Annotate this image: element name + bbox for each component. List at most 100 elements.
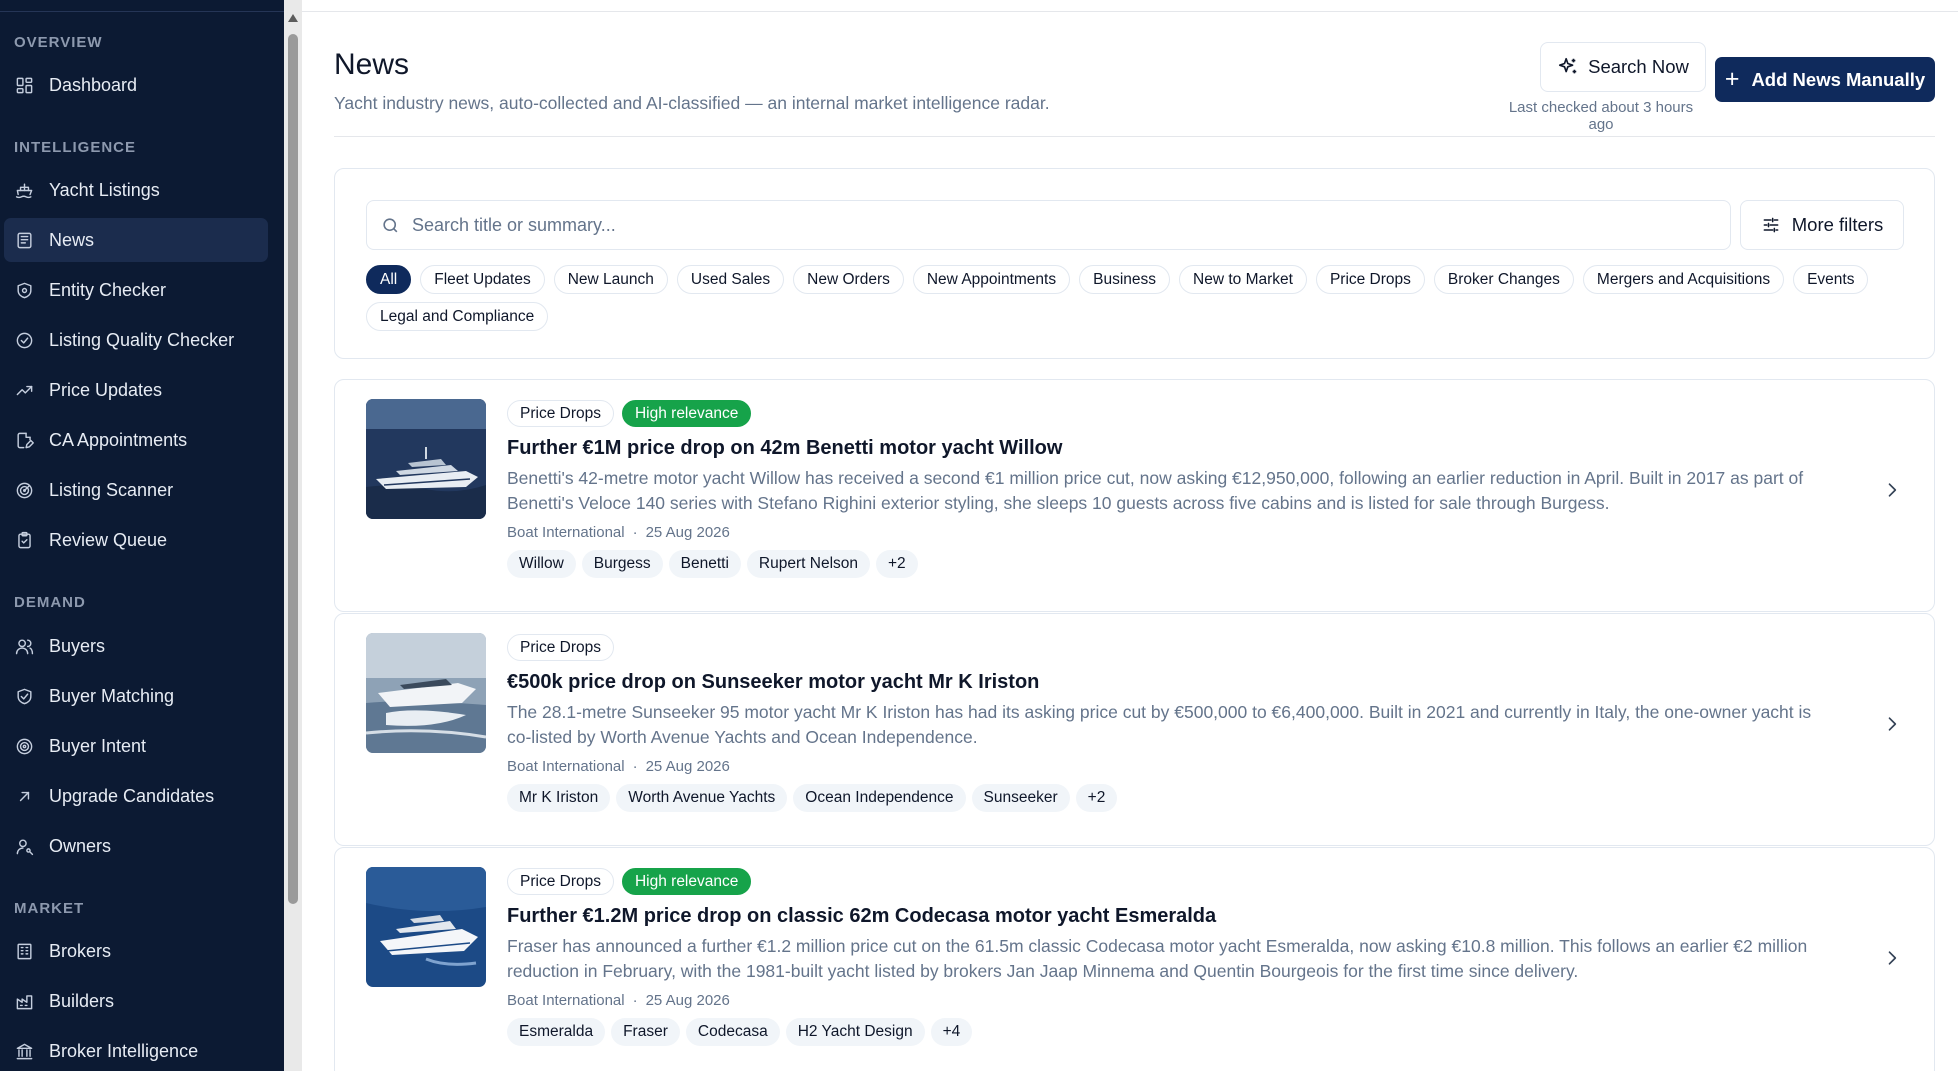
chip-used-sales[interactable]: Used Sales xyxy=(676,265,785,294)
sidebar-item-owners[interactable]: Owners xyxy=(4,824,268,868)
building-icon xyxy=(14,941,34,961)
add-news-label: Add News Manually xyxy=(1751,68,1926,90)
sidebar-item-listing-scanner[interactable]: Listing Scanner xyxy=(4,468,268,512)
sidebar-item-label: Listing Scanner xyxy=(49,479,174,500)
section-market: MARKET xyxy=(14,900,85,917)
sidebar-item-ca-appointments[interactable]: CA Appointments xyxy=(4,418,268,462)
sidebar-item-buyer-matching[interactable]: Buyer Matching xyxy=(4,674,268,718)
category-badge: Price Drops xyxy=(507,400,614,427)
chip-fleet-updates[interactable]: Fleet Updates xyxy=(420,265,545,294)
chip-all[interactable]: All xyxy=(366,265,412,294)
chip-new-launch[interactable]: New Launch xyxy=(553,265,668,294)
chip-business[interactable]: Business xyxy=(1079,265,1171,294)
sidebar-item-listing-quality-checker[interactable]: Listing Quality Checker xyxy=(4,318,268,362)
sliders-icon xyxy=(1763,217,1779,233)
entity-tag[interactable]: Worth Avenue Yachts xyxy=(616,784,788,812)
sidebar-item-label: Review Queue xyxy=(49,529,168,550)
news-card[interactable]: Price Drops High relevance Further €1M p… xyxy=(334,379,1935,612)
sidebar-item-brokers[interactable]: Brokers xyxy=(4,929,268,973)
chip-new-orders[interactable]: New Orders xyxy=(793,265,904,294)
entity-tag[interactable]: Rupert Nelson xyxy=(746,550,870,578)
sidebar-item-label: Buyers xyxy=(49,635,106,656)
entity-tag[interactable]: Burgess xyxy=(581,550,663,578)
main-content: News Yacht industry news, auto-collected… xyxy=(302,0,1958,1071)
search-field[interactable] xyxy=(366,200,1731,250)
scroll-up-arrow-icon[interactable] xyxy=(288,14,298,22)
ship-icon xyxy=(14,180,34,200)
entity-tag[interactable]: Mr K Iriston xyxy=(507,784,611,812)
chip-legal-and-compliance[interactable]: Legal and Compliance xyxy=(366,302,549,331)
sidebar-item-price-updates[interactable]: Price Updates xyxy=(4,368,268,412)
landmark-icon xyxy=(14,1041,34,1061)
entity-tag[interactable]: Willow xyxy=(507,550,576,578)
entity-tag[interactable]: Ocean Independence xyxy=(793,784,966,812)
chip-new-to-market[interactable]: New to Market xyxy=(1179,265,1307,294)
dashboard-icon xyxy=(14,75,34,95)
chip-events[interactable]: Events xyxy=(1793,265,1869,294)
sidebar-item-buyer-intent[interactable]: Buyer Intent xyxy=(4,724,268,768)
more-tags-count[interactable]: +2 xyxy=(1075,784,1118,812)
sidebar-item-yacht-listings[interactable]: Yacht Listings xyxy=(4,168,268,212)
news-date: 25 Aug 2026 xyxy=(645,992,730,1009)
news-card[interactable]: Price Drops €500k price drop on Sunseeke… xyxy=(334,613,1935,846)
entity-tag[interactable]: Codecasa xyxy=(685,1018,780,1046)
more-tags-count[interactable]: +2 xyxy=(876,550,918,578)
clipboard-check-icon xyxy=(14,530,34,550)
scrollbar-thumb[interactable] xyxy=(288,34,298,904)
news-date: 25 Aug 2026 xyxy=(645,524,730,541)
entity-tags: Mr K Iriston Worth Avenue Yachts Ocean I… xyxy=(507,784,1837,812)
entity-tag[interactable]: Benetti xyxy=(668,550,741,578)
last-checked-text: Last checked about 3 hours ago xyxy=(1508,99,1694,133)
separator-dot: · xyxy=(632,992,638,1009)
news-title[interactable]: €500k price drop on Sunseeker motor yach… xyxy=(507,668,1837,696)
sidebar-item-broker-intelligence[interactable]: Broker Intelligence xyxy=(4,1029,268,1071)
sidebar-item-news[interactable]: News xyxy=(4,218,268,262)
sidebar-item-label: Entity Checker xyxy=(49,279,167,300)
news-title[interactable]: Further €1.2M price drop on classic 62m … xyxy=(507,902,1837,930)
sidebar-item-dashboard[interactable]: Dashboard xyxy=(4,63,268,107)
category-chips-row-2: Legal and Compliance xyxy=(366,302,549,331)
chevron-right-icon[interactable] xyxy=(1882,948,1902,968)
chip-broker-changes[interactable]: Broker Changes xyxy=(1433,265,1574,294)
news-thumbnail xyxy=(366,867,486,987)
news-title[interactable]: Further €1M price drop on 42m Benetti mo… xyxy=(507,434,1837,462)
entity-tag[interactable]: Fraser xyxy=(611,1018,680,1046)
sidebar-item-builders[interactable]: Builders xyxy=(4,979,268,1023)
newspaper-icon xyxy=(14,230,34,250)
add-news-button[interactable]: + Add News Manually xyxy=(1715,57,1935,102)
sidebar-item-upgrade-candidates[interactable]: Upgrade Candidates xyxy=(4,774,268,818)
sidebar-item-label: Buyer Matching xyxy=(49,685,175,706)
news-meta: Boat International · 25 Aug 2026 xyxy=(507,524,1837,541)
search-icon xyxy=(383,217,398,232)
plus-icon: + xyxy=(1724,65,1740,93)
search-input[interactable] xyxy=(412,214,1730,236)
sidebar-item-label: Listing Quality Checker xyxy=(49,329,235,350)
sidebar-item-label: CA Appointments xyxy=(49,429,188,450)
sidebar-item-entity-checker[interactable]: Entity Checker xyxy=(4,268,268,312)
news-content: Price Drops High relevance Further €1.2M… xyxy=(507,868,1837,1046)
chip-new-appointments[interactable]: New Appointments xyxy=(912,265,1071,294)
chip-mergers-and-acquisitions[interactable]: Mergers and Acquisitions xyxy=(1582,265,1785,294)
news-card[interactable]: Price Drops High relevance Further €1.2M… xyxy=(334,847,1935,1071)
entity-tag[interactable]: Esmeralda xyxy=(507,1018,606,1046)
news-meta: Boat International · 25 Aug 2026 xyxy=(507,758,1837,775)
chevron-right-icon[interactable] xyxy=(1882,714,1902,734)
sidebar-divider xyxy=(0,11,284,12)
sidebar-scrollbar[interactable] xyxy=(284,0,302,1071)
category-chips-row-1: All Fleet Updates New Launch Used Sales … xyxy=(366,265,1869,294)
more-tags-count[interactable]: +4 xyxy=(930,1018,973,1046)
entity-tag[interactable]: Sunseeker xyxy=(971,784,1070,812)
search-now-button[interactable]: Search Now xyxy=(1540,42,1706,92)
chip-price-drops[interactable]: Price Drops xyxy=(1315,265,1425,294)
entity-tag[interactable]: H2 Yacht Design xyxy=(785,1018,925,1046)
separator-dot: · xyxy=(632,524,638,541)
top-divider xyxy=(302,11,1958,12)
filter-panel: More filters All Fleet Updates New Launc… xyxy=(334,168,1935,359)
sidebar-item-label: Builders xyxy=(49,990,115,1011)
chevron-right-icon[interactable] xyxy=(1882,480,1902,500)
relevance-badge: High relevance xyxy=(621,400,752,427)
sidebar-item-label: Buyer Intent xyxy=(49,735,147,756)
more-filters-button[interactable]: More filters xyxy=(1740,200,1904,250)
sidebar-item-buyers[interactable]: Buyers xyxy=(4,624,268,668)
sidebar-item-review-queue[interactable]: Review Queue xyxy=(4,518,268,562)
